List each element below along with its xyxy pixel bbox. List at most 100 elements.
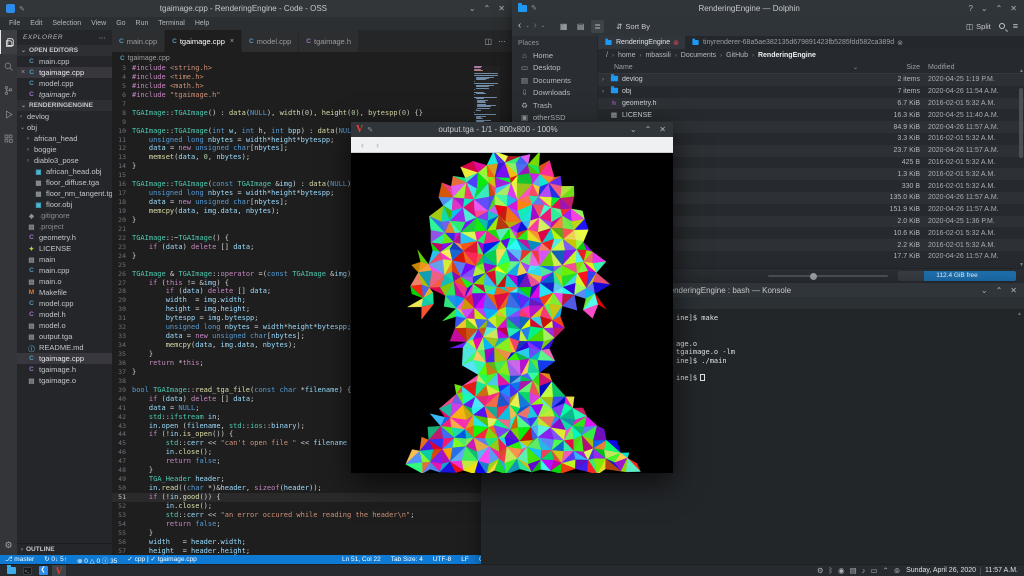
- clock[interactable]: Sunday, April 26, 2020 11:57 A.M.: [906, 566, 1020, 575]
- tree-item-african_head[interactable]: › african_head: [17, 133, 112, 144]
- viewer-titlebar[interactable]: V ✎ output.tga - 1/1 - 800x800 - 100% ⌄ …: [351, 122, 673, 137]
- tree-item-tgaimage-cpp[interactable]: Ctgaimage.cpp: [17, 353, 112, 364]
- breadcrumb-segment[interactable]: Documents: [681, 52, 716, 59]
- close-button[interactable]: ✕: [1010, 4, 1017, 13]
- close-button[interactable]: ✕: [1010, 286, 1017, 295]
- file-row-LICENSE[interactable]: ▤ LICENSE 16.3 KiB 2020-04-25 11:40 A.M.: [598, 109, 1024, 121]
- tab-model-cpp[interactable]: Cmodel.cpp: [241, 30, 300, 52]
- tray-media-icon[interactable]: ◉: [838, 566, 845, 575]
- place-item-desktop[interactable]: ▭ Desktop: [512, 62, 597, 75]
- details-view-button[interactable]: ≣: [591, 19, 605, 33]
- tab-tgaimage-cpp[interactable]: Ctgaimage.cpp ×: [165, 30, 242, 52]
- menu-item-file[interactable]: File: [4, 20, 25, 27]
- tree-item-african_head-obj[interactable]: ▣ african_head.obj: [17, 166, 112, 177]
- taskbar-launcher-dolphin[interactable]: [4, 565, 18, 576]
- breadcrumb-segment[interactable]: mbassili: [645, 52, 670, 59]
- maximize-button[interactable]: ⌃: [996, 4, 1003, 13]
- tree-item-boggie[interactable]: › boggie: [17, 144, 112, 155]
- breadcrumb-segment[interactable]: GitHub: [726, 52, 748, 59]
- close-button[interactable]: ✕: [498, 4, 505, 13]
- place-item-trash[interactable]: ♻ Trash: [512, 99, 597, 112]
- scroll-up-icon[interactable]: ▲: [1017, 311, 1022, 317]
- status-item[interactable]: ⎇ master: [0, 555, 39, 565]
- run-debug-icon[interactable]: [0, 102, 17, 126]
- vscode-titlebar[interactable]: ✎ tgaimage.cpp - RenderingEngine - Code …: [0, 0, 512, 17]
- tray-clipboard-icon[interactable]: ▤: [850, 566, 857, 575]
- tray-settings-icon[interactable]: ⚙: [817, 566, 824, 575]
- maximize-button[interactable]: ⌃: [996, 286, 1003, 295]
- breadcrumb-segment[interactable]: home: [618, 52, 636, 59]
- split-button[interactable]: ◫ Split: [966, 22, 991, 31]
- menu-item-view[interactable]: View: [86, 20, 111, 27]
- close-button[interactable]: ✕: [659, 125, 666, 134]
- expander-icon[interactable]: ›: [602, 89, 609, 95]
- maximize-button[interactable]: ⌃: [484, 4, 491, 13]
- forward-dropdown-icon[interactable]: ⌄: [541, 23, 545, 29]
- back-button[interactable]: ‹: [518, 21, 521, 31]
- menu-item-help[interactable]: Help: [190, 20, 214, 27]
- maximize-button[interactable]: ⌃: [645, 125, 652, 134]
- tree-item--gitignore[interactable]: ◆ .gitignore: [17, 210, 112, 221]
- tree-item-main-o[interactable]: ▤ main.o: [17, 276, 112, 287]
- tray-bluetooth-icon[interactable]: ᛒ: [829, 566, 834, 575]
- breadcrumb-segment[interactable]: RenderingEngine: [758, 52, 816, 59]
- taskbar-launcher-konsole[interactable]: >_: [20, 565, 34, 576]
- column-header-size[interactable]: Size: [864, 64, 920, 71]
- project-section-header[interactable]: ⌄ RENDERINGENGINE: [17, 100, 112, 111]
- tray-volume-icon[interactable]: ♪: [862, 566, 866, 575]
- tree-item--project[interactable]: ▤ .project: [17, 221, 112, 232]
- folder-tab[interactable]: tinyrenderer-68a5ae382135d679891423fb528…: [685, 36, 909, 49]
- open-editor-item[interactable]: Ctgaimage.h: [17, 89, 112, 100]
- explorer-more-icon[interactable]: ⋯: [99, 34, 106, 42]
- tree-item-diablo3_pose[interactable]: › diablo3_pose: [17, 155, 112, 166]
- status-item[interactable]: ⊗ 0 △ 0 ⓘ 35: [72, 555, 122, 565]
- outline-section-header[interactable]: › OUTLINE: [17, 543, 112, 555]
- close-tab-icon[interactable]: ⊗: [897, 39, 903, 47]
- icons-view-button[interactable]: ▦: [557, 20, 570, 33]
- menu-item-selection[interactable]: Selection: [47, 20, 86, 27]
- menu-item-go[interactable]: Go: [111, 20, 130, 27]
- tab-main-cpp[interactable]: Cmain.cpp: [112, 30, 166, 52]
- column-header-modified[interactable]: Modified: [920, 64, 1024, 71]
- tray-display-icon[interactable]: ▭: [870, 566, 877, 575]
- open-editors-header[interactable]: ⌄ OPEN EDITORS: [17, 45, 112, 56]
- minimize-button[interactable]: ⌄: [981, 4, 988, 13]
- place-item-documents[interactable]: ▤ Documents: [512, 74, 597, 87]
- tree-item-model-h[interactable]: Cmodel.h: [17, 309, 112, 320]
- breadcrumb-segment[interactable]: /: [606, 52, 608, 59]
- tray-expand-icon[interactable]: ⌃: [883, 566, 889, 575]
- folder-tab[interactable]: RenderingEngine ⊗: [598, 36, 685, 49]
- file-row-geometry-h[interactable]: h geometry.h 6.7 KiB 2016-02-01 5:32 A.M.: [598, 98, 1024, 110]
- tray-updates-icon[interactable]: ⊚: [894, 566, 900, 575]
- tree-item-geometry-h[interactable]: Cgeometry.h: [17, 232, 112, 243]
- scrollbar[interactable]: ▲ ▼: [1019, 68, 1024, 268]
- menu-item-run[interactable]: Run: [131, 20, 154, 27]
- back-dropdown-icon[interactable]: ⌄: [525, 23, 529, 29]
- status-item[interactable]: ✓ cpp | ✓ tgaimage.cpp: [122, 555, 201, 565]
- scroll-up-icon[interactable]: ▲: [1019, 68, 1024, 74]
- help-button[interactable]: ?: [968, 4, 972, 13]
- close-icon[interactable]: ×: [230, 38, 234, 45]
- open-editor-item[interactable]: × Ctgaimage.cpp: [17, 67, 112, 78]
- tree-item-README-md[interactable]: ⓘ README.md: [17, 342, 112, 353]
- tree-item-LICENSE[interactable]: ✦ LICENSE: [17, 243, 112, 254]
- status-item[interactable]: LF: [456, 556, 474, 564]
- open-editor-item[interactable]: Cmain.cpp: [17, 56, 112, 67]
- tree-item-tgaimage-o[interactable]: ▤ tgaimage.o: [17, 375, 112, 386]
- search-icon[interactable]: [0, 54, 17, 78]
- taskbar-launcher-vscode[interactable]: ❮: [36, 565, 50, 576]
- tree-item-model-o[interactable]: ▤ model.o: [17, 320, 112, 331]
- tree-item-model-cpp[interactable]: Cmodel.cpp: [17, 298, 112, 309]
- close-tab-icon[interactable]: ⊗: [673, 39, 679, 47]
- open-editor-item[interactable]: Cmodel.cpp: [17, 78, 112, 89]
- tree-item-floor_nm_tangent-tga[interactable]: ▦ floor_nm_tangent.tga: [17, 188, 112, 199]
- zoom-slider[interactable]: [768, 272, 888, 280]
- file-row-devlog[interactable]: › devlog 2 items 2020-04-25 1:19 P.M.: [598, 74, 1024, 86]
- tab-tgaimage-h[interactable]: Ctgaimage.h: [299, 30, 360, 52]
- breadcrumb[interactable]: / › home › mbassili › Documents › GitHub › Renderi…: [598, 49, 1024, 62]
- minimize-button[interactable]: ⌄: [981, 286, 988, 295]
- split-editor-icon[interactable]: ◫: [484, 37, 492, 46]
- forward-button[interactable]: ›: [534, 21, 537, 31]
- place-item-downloads[interactable]: ⇩ Downloads: [512, 87, 597, 100]
- tree-item-devlog[interactable]: › devlog: [17, 111, 112, 122]
